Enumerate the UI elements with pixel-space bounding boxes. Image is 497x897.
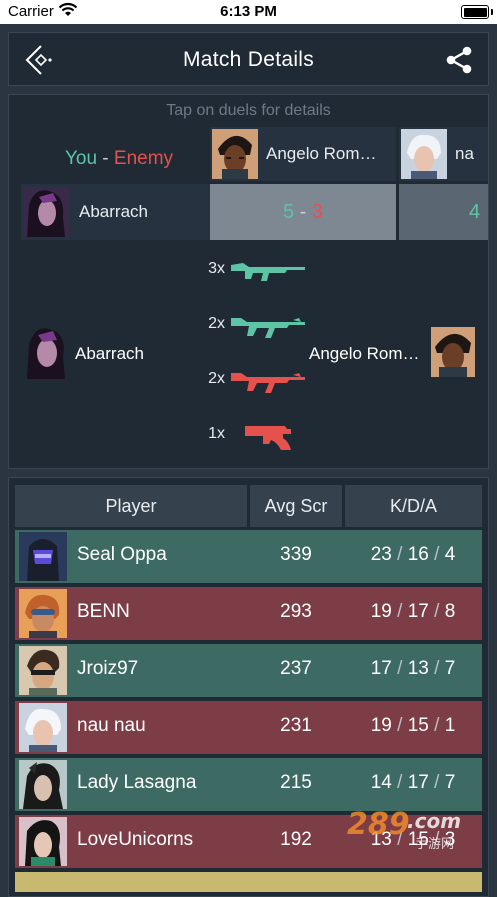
duel-you-score: 5 (282, 201, 295, 223)
kills: 17 (370, 658, 392, 679)
deaths: 13 (407, 658, 429, 679)
svg-text:手游网: 手游网 (415, 837, 454, 852)
kda-separator: / (434, 772, 440, 793)
table-row[interactable]: BENN 293 19 / 17 / 8 (15, 587, 482, 640)
status-bar: Carrier 6:13 PM (0, 0, 497, 24)
duel-enemy-score: 3 (311, 201, 324, 223)
player-name: Jroiz97 (77, 658, 139, 679)
kda-separator: / (434, 544, 440, 565)
kda-separator: / (434, 601, 440, 622)
assault-rifle-icon (231, 373, 305, 393)
player-kda: 19 / 17 / 8 (343, 601, 483, 623)
player-kda: 19 / 15 / 1 (343, 715, 483, 737)
agent-avatar-icon (19, 817, 67, 866)
duel-column-header[interactable]: Angelo Rom… (210, 127, 396, 181)
table-row[interactable]: Jroiz97 237 17 / 13 / 7 (15, 644, 482, 697)
page-title: Match Details (182, 48, 315, 71)
assists: 8 (444, 601, 456, 622)
kill-count: 1x (208, 425, 225, 442)
svg-text:289: 289 (347, 807, 410, 842)
agent-avatar-icon (212, 129, 258, 179)
kda-separator: / (397, 772, 403, 793)
battery-icon (461, 5, 493, 19)
assault-rifle-icon (231, 318, 305, 338)
duel-right-player: Angelo Rom… (309, 344, 420, 363)
column-header-player[interactable]: Player (15, 485, 247, 527)
kda-separator: / (434, 658, 440, 679)
kda-separator: / (397, 601, 403, 622)
duel-you-score: 4 (469, 201, 481, 223)
agent-avatar-icon (19, 589, 67, 638)
player-kda: 17 / 13 / 7 (343, 658, 483, 680)
you-label: You (64, 148, 98, 169)
clock: 6:13 PM (220, 3, 277, 20)
row-player-name: Abarrach (79, 202, 148, 221)
enemy-label: Enemy (113, 148, 174, 169)
column-header-avg-score[interactable]: Avg Scr (250, 485, 342, 527)
duel-row-header[interactable]: Abarrach (21, 184, 218, 240)
player-name: LoveUnicorns (77, 829, 194, 850)
assists: 4 (444, 544, 456, 565)
player-name: Lady Lasagna (77, 772, 197, 793)
agent-avatar-icon (19, 646, 67, 695)
duel-left-player: Abarrach (75, 344, 144, 363)
deaths: 16 (407, 544, 429, 565)
column-player-name: na (455, 144, 474, 163)
deaths: 17 (407, 772, 429, 793)
table-row[interactable]: nau nau 231 19 / 15 / 1 (15, 701, 482, 754)
kda-separator: / (397, 658, 403, 679)
player-kda: 14 / 17 / 7 (343, 772, 483, 794)
duel-dash: - (299, 201, 307, 223)
duels-panel: Tap on duels for details You - Enemy Ang… (8, 94, 489, 469)
agent-avatar-icon (401, 129, 447, 179)
deaths: 15 (407, 715, 429, 736)
assists: 1 (444, 715, 456, 736)
kills: 14 (370, 772, 392, 793)
agent-avatar-icon (19, 703, 67, 752)
assists: 7 (444, 772, 456, 793)
agent-avatar-icon (23, 187, 69, 237)
kills: 19 (370, 715, 392, 736)
kda-separator: / (434, 715, 440, 736)
player-avg-score: 293 (280, 601, 312, 622)
agent-avatar-icon (19, 760, 67, 809)
player-avg-score: 231 (280, 715, 312, 736)
revolver-icon (245, 426, 291, 450)
column-player-name: Angelo Rom… (266, 144, 377, 163)
player-avg-score: 215 (280, 772, 312, 793)
kda-separator: / (397, 715, 403, 736)
column-header-kda[interactable]: K/D/A (345, 485, 482, 527)
kills: 19 (370, 601, 392, 622)
table-row[interactable] (15, 872, 482, 892)
table-row[interactable]: Seal Oppa 339 23 / 16 / 4 (15, 530, 482, 583)
player-name: BENN (77, 601, 130, 622)
kill-count: 3x (208, 260, 225, 277)
site-watermark-logo: 289 .com 手游网 (347, 807, 461, 852)
kda-separator: / (397, 544, 403, 565)
duel-cell[interactable]: 5 - 3 (210, 184, 396, 240)
legend-dash: - (102, 148, 109, 169)
svg-text:.com: .com (407, 809, 461, 833)
kill-count: 2x (208, 370, 225, 387)
agent-avatar-icon (427, 325, 477, 379)
you-enemy-legend: You - Enemy (21, 141, 217, 177)
kills: 23 (370, 544, 392, 565)
player-name: nau nau (77, 715, 146, 736)
agent-avatar-icon (21, 325, 71, 379)
share-icon[interactable] (444, 45, 474, 75)
duels-hint: Tap on duels for details (166, 102, 331, 119)
agent-avatar-icon (19, 532, 67, 581)
kill-count: 2x (208, 315, 225, 332)
duel-column-header[interactable]: na (399, 127, 488, 181)
rifle-icon (231, 263, 305, 281)
player-name: Seal Oppa (77, 544, 167, 565)
duel-cell[interactable]: 4 (399, 184, 488, 240)
player-avg-score: 237 (280, 658, 312, 679)
player-avg-score: 339 (280, 544, 312, 565)
deaths: 17 (407, 601, 429, 622)
player-avg-score: 192 (280, 829, 312, 850)
player-kda: 23 / 16 / 4 (343, 544, 483, 566)
nav-bar: Match Details (8, 32, 489, 86)
assists: 7 (444, 658, 456, 679)
